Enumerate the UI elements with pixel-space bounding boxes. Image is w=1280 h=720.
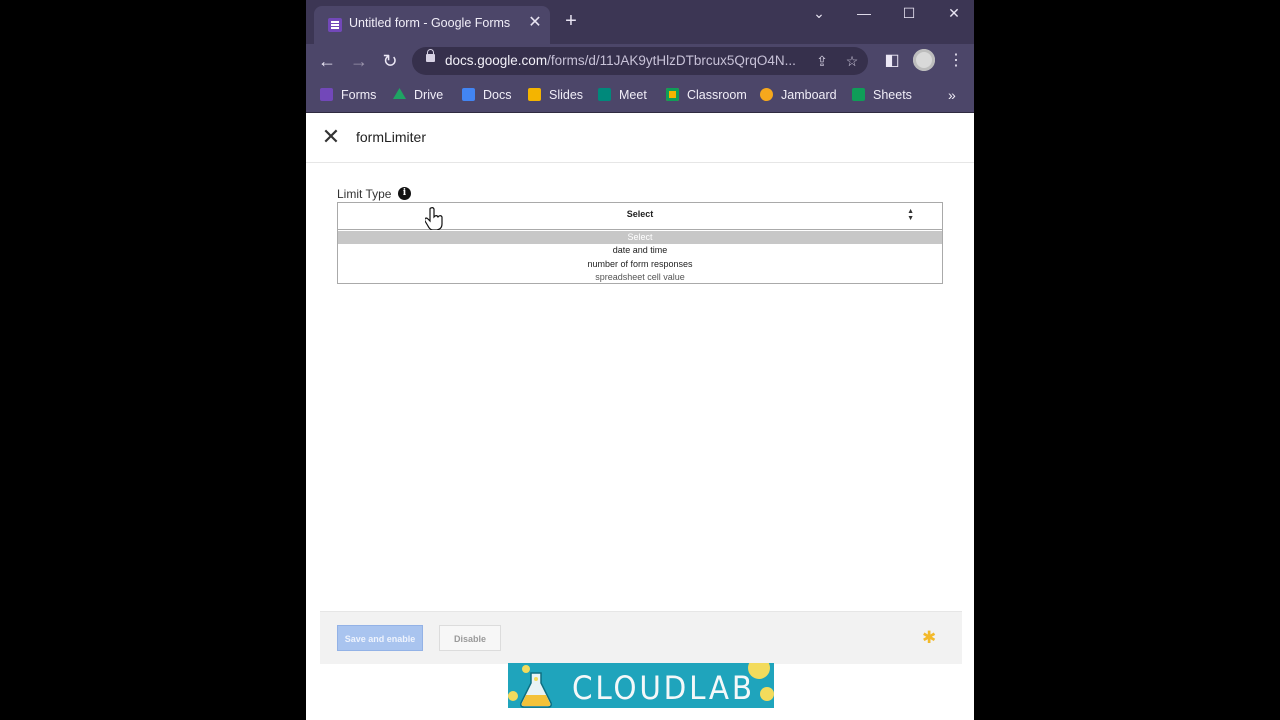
tab-strip: Untitled form - Google Forms ✕ + ⌄ — ☐ ✕	[306, 0, 974, 44]
bookmark-label: Sheets	[873, 88, 912, 102]
cloudlab-logo-text: CLOUDLAB	[572, 669, 755, 707]
close-icon[interactable]: ✕	[320, 125, 342, 149]
cloudlab-logo-banner: CLOUDLAB	[508, 663, 774, 708]
new-tab-button[interactable]: +	[561, 11, 581, 31]
reload-button[interactable]: ↻	[379, 50, 401, 72]
bookmark-label: Slides	[549, 88, 584, 102]
decor-dot	[760, 687, 774, 701]
panel-footer: Save and enable Disable ✱	[320, 611, 962, 664]
panel-header: ✕ formLimiter	[306, 113, 974, 163]
forward-button[interactable]: →	[348, 50, 370, 72]
forms-icon	[320, 88, 333, 101]
bookmark-label: Forms	[341, 88, 377, 102]
bookmarks-bar: Forms Drive Docs Slides Meet Classroom J…	[306, 78, 974, 113]
select-arrows-icon: ▲ ▼	[907, 208, 914, 222]
puzzle-icon[interactable]: ✱	[922, 628, 942, 648]
bookmark-drive[interactable]: Drive	[393, 86, 443, 104]
tab-close-icon[interactable]: ✕	[526, 14, 544, 32]
disable-button[interactable]: Disable	[439, 625, 501, 651]
side-panel-icon[interactable]: ◧	[881, 50, 903, 72]
jamboard-icon	[760, 88, 773, 101]
share-icon[interactable]: ⇪	[812, 51, 832, 71]
profile-avatar[interactable]	[913, 49, 935, 71]
tab-title: Untitled form - Google Forms	[349, 16, 511, 30]
bookmark-star-icon[interactable]: ☆	[842, 51, 862, 71]
tab-search-icon[interactable]: ⌄	[804, 5, 834, 21]
addon-panel: ✕ formLimiter Limit Type i Select ▲ ▼ Sel…	[306, 113, 974, 720]
classroom-icon	[666, 88, 679, 101]
address-bar[interactable]: docs.google.com/forms/d/11JAK9ytHlzDTbrc…	[412, 47, 868, 75]
bookmarks-overflow-icon[interactable]: »	[948, 86, 956, 104]
back-button[interactable]: ←	[316, 50, 338, 72]
info-icon[interactable]: i	[398, 187, 411, 200]
option-number-of-form-responses[interactable]: number of form responses	[338, 258, 942, 271]
option-spreadsheet-cell-value[interactable]: spreadsheet cell value	[338, 271, 942, 284]
bookmark-meet[interactable]: Meet	[598, 86, 647, 104]
maximize-button[interactable]: ☐	[894, 5, 924, 21]
close-window-button[interactable]: ✕	[939, 5, 969, 21]
bookmark-label: Drive	[414, 88, 444, 102]
flask-icon	[520, 672, 552, 708]
bookmark-label: Meet	[619, 88, 647, 102]
docs-icon	[462, 88, 475, 101]
url-host: docs.google.com	[445, 53, 548, 68]
minimize-button[interactable]: —	[849, 5, 879, 21]
limit-type-dropdown: Select date and time number of form resp…	[337, 229, 943, 284]
slides-icon	[528, 88, 541, 101]
sheets-icon	[852, 88, 865, 101]
save-and-enable-button[interactable]: Save and enable	[337, 625, 423, 651]
bookmark-forms[interactable]: Forms	[320, 86, 376, 104]
bookmark-docs[interactable]: Docs	[462, 86, 511, 104]
bookmark-slides[interactable]: Slides	[528, 86, 583, 104]
panel-title: formLimiter	[356, 129, 427, 145]
url-text[interactable]: docs.google.com/forms/d/11JAK9ytHlzDTbrc…	[445, 53, 796, 68]
bookmark-label: Jamboard	[781, 88, 837, 102]
browser-window: Untitled form - Google Forms ✕ + ⌄ — ☐ ✕…	[306, 0, 974, 720]
bookmark-jamboard[interactable]: Jamboard	[760, 86, 837, 104]
forms-favicon-icon	[328, 18, 342, 32]
meet-icon	[598, 88, 611, 101]
drive-icon	[393, 88, 406, 100]
url-path: /forms/d/11JAK9ytHlzDTbrcux5QrqO4N...	[547, 53, 796, 68]
bookmark-classroom[interactable]: Classroom	[666, 86, 747, 104]
bookmark-label: Classroom	[687, 88, 747, 102]
hand-cursor-icon	[425, 207, 443, 230]
limit-type-label: Limit Type	[337, 187, 392, 201]
lock-icon[interactable]	[426, 49, 435, 62]
option-select[interactable]: Select	[338, 231, 942, 244]
browser-tab[interactable]: Untitled form - Google Forms ✕	[314, 6, 550, 44]
address-toolbar: ← → ↻ docs.google.com/forms/d/11JAK9ytHl…	[306, 44, 974, 78]
option-date-and-time[interactable]: date and time	[338, 244, 942, 257]
bookmark-sheets[interactable]: Sheets	[852, 86, 912, 104]
bookmark-label: Docs	[483, 88, 512, 102]
menu-kebab-icon[interactable]: ⋮	[945, 50, 967, 72]
